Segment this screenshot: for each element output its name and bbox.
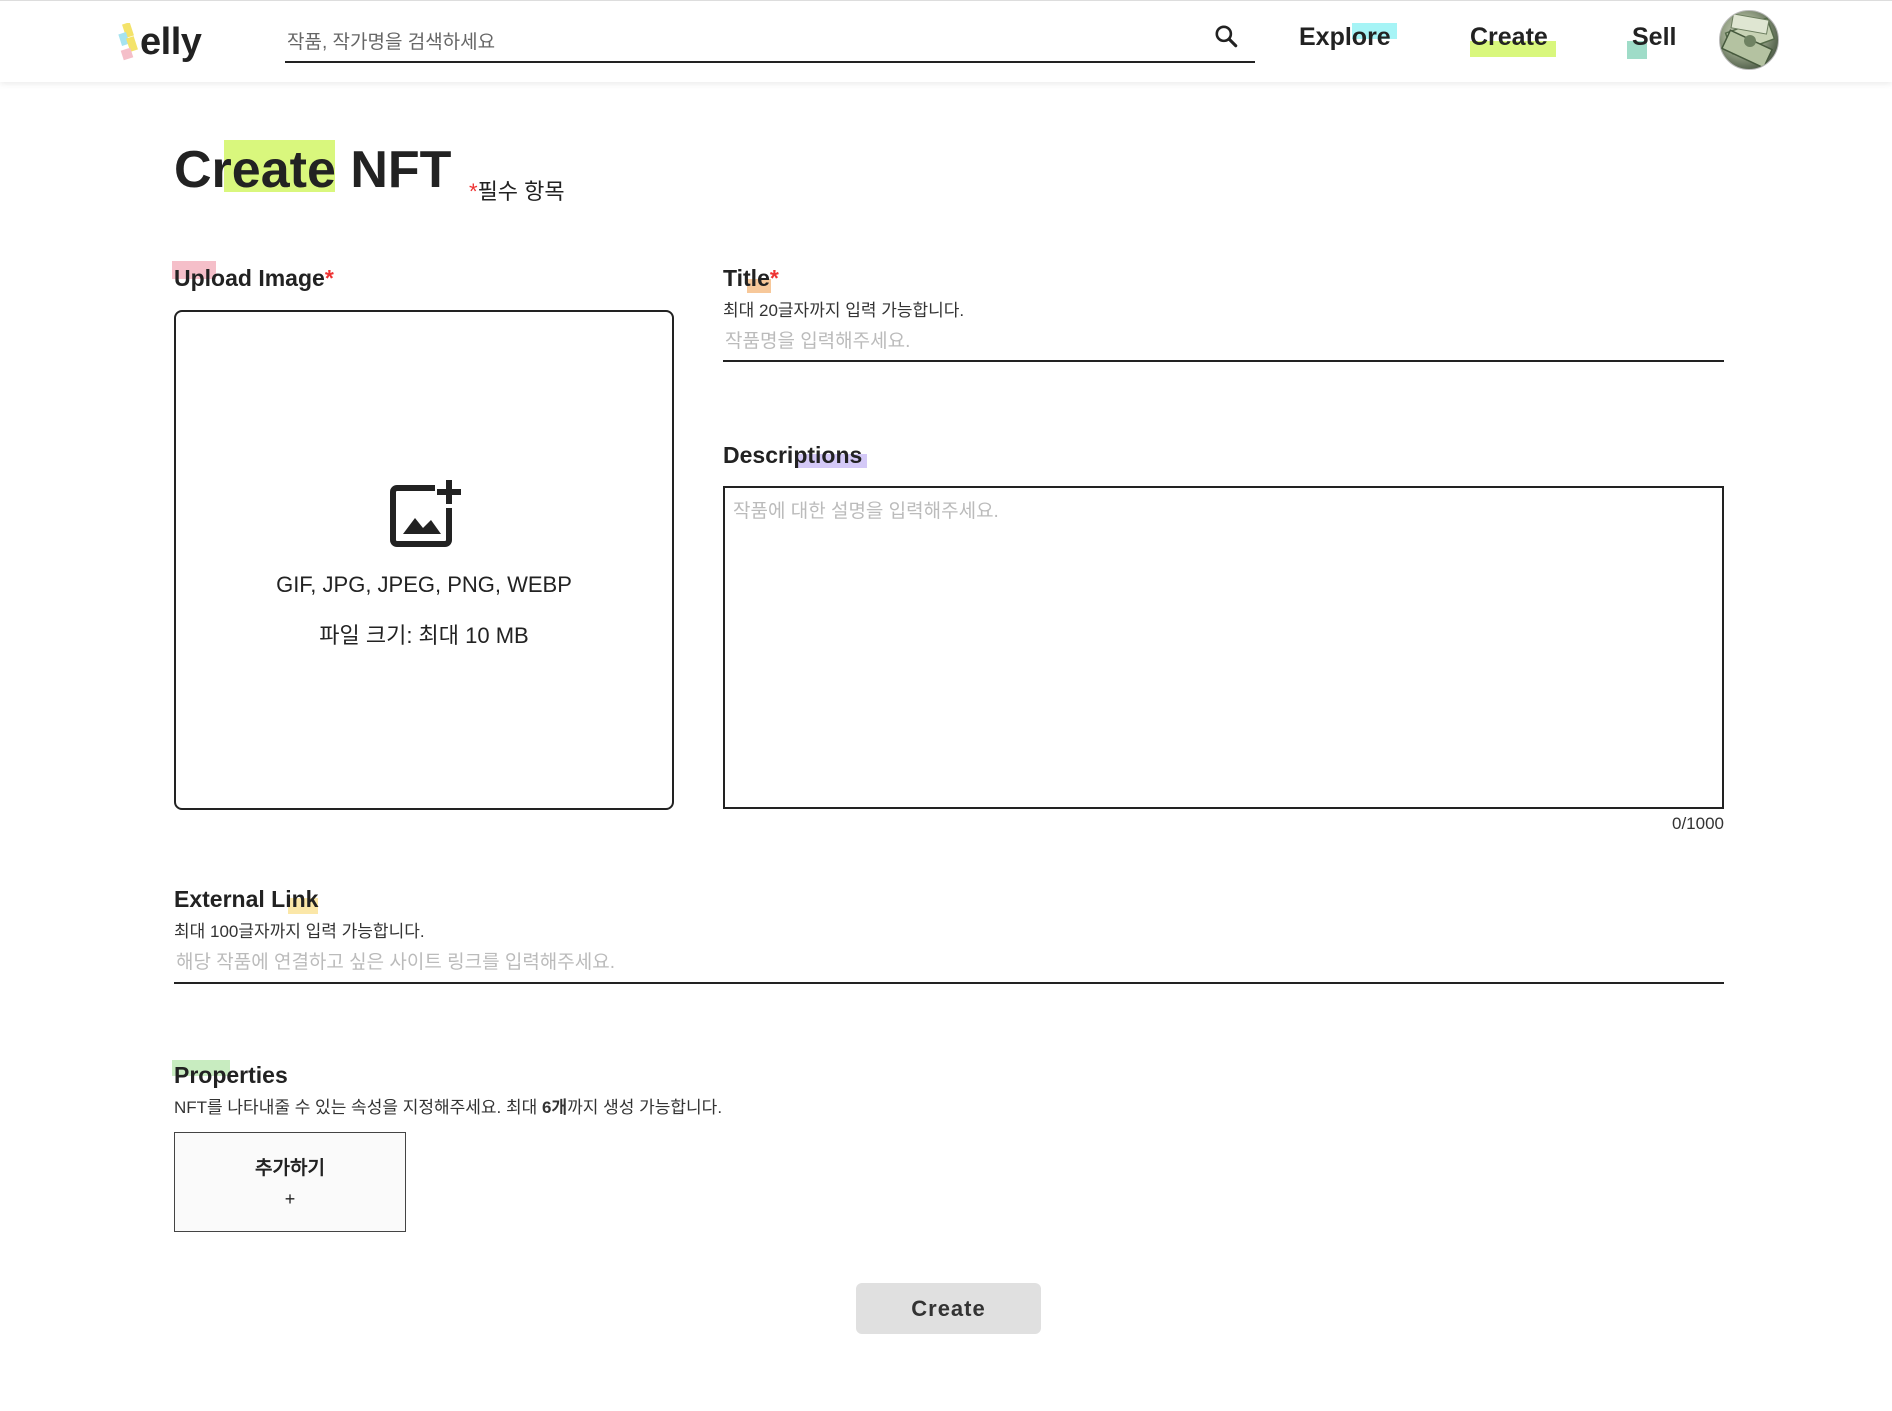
- search-input[interactable]: [287, 29, 1187, 57]
- page-title: Create NFT: [174, 140, 451, 200]
- upload-size-text: 파일 크기: 최대 10 MB: [319, 623, 529, 648]
- nav-create-label: Create: [1470, 23, 1548, 51]
- add-property-button[interactable]: 추가하기 +: [174, 1132, 406, 1232]
- image-upload-dropzone[interactable]: GIF, JPG, JPEG, PNG, WEBP 파일 크기: 최대 10 M…: [174, 310, 674, 810]
- properties-hint-after: 까지 생성 가능합니다.: [567, 1098, 723, 1117]
- properties-hint: NFT를 나타내줄 수 있는 속성을 지정해주세요. 최대 6개까지 생성 가능…: [174, 1093, 722, 1118]
- nav-create-link[interactable]: Create: [1470, 23, 1556, 57]
- description-char-counter: 0/1000: [1672, 814, 1724, 833]
- required-star: *: [469, 179, 478, 204]
- create-button[interactable]: Create: [856, 1283, 1041, 1334]
- search-icon[interactable]: [1213, 23, 1239, 49]
- nav-explore-label: Explore: [1299, 23, 1391, 51]
- avatar-money-image: [1720, 13, 1776, 69]
- upload-label-text: Upload Image: [174, 265, 325, 291]
- upload-formats-text: GIF, JPG, JPEG, PNG, WEBP: [276, 572, 572, 597]
- upload-image-label: Upload Image*: [172, 261, 334, 292]
- top-navbar: elly Explore Create Sell: [0, 0, 1892, 82]
- nav-explore-link[interactable]: Explore: [1299, 23, 1397, 52]
- required-note-text: 필수 항목: [477, 179, 565, 204]
- properties-label-text: Properties: [174, 1062, 288, 1088]
- plus-icon: +: [284, 1189, 296, 1209]
- external-link-input[interactable]: [174, 950, 1724, 984]
- required-note: *필수 항목: [469, 174, 565, 206]
- title-input[interactable]: [723, 330, 1724, 362]
- page-title-text: Create NFT: [174, 141, 452, 199]
- descriptions-label: Descriptions: [723, 442, 867, 469]
- external-link-hint: 최대 100글자까지 입력 가능합니다.: [174, 922, 425, 941]
- nav-sell-link[interactable]: Sell: [1627, 23, 1677, 59]
- external-link-label-text: External Link: [174, 886, 319, 912]
- properties-hint-before: NFT를 나타내줄 수 있는 속성을 지정해주세요. 최대: [174, 1098, 542, 1117]
- title-label-text: Title: [723, 265, 770, 291]
- add-photo-icon: [390, 480, 461, 547]
- selly-logo[interactable]: elly: [118, 19, 218, 65]
- logo-text: elly: [140, 21, 202, 63]
- add-property-label: 추가하기: [255, 1158, 325, 1179]
- upload-required-star: *: [324, 265, 334, 291]
- title-hint: 최대 20글자까지 입력 가능합니다.: [723, 301, 965, 320]
- external-link-label: External Link: [174, 886, 319, 914]
- title-required-star: *: [769, 265, 779, 291]
- user-avatar[interactable]: [1719, 10, 1779, 70]
- search-bar: [285, 19, 1255, 63]
- descriptions-label-text: Descriptions: [723, 442, 863, 468]
- title-label: Title*: [723, 265, 779, 293]
- nav-sell-label: Sell: [1632, 23, 1677, 51]
- description-textarea[interactable]: [723, 486, 1724, 809]
- properties-hint-count: 6개: [542, 1098, 568, 1117]
- properties-label: Properties: [172, 1060, 288, 1089]
